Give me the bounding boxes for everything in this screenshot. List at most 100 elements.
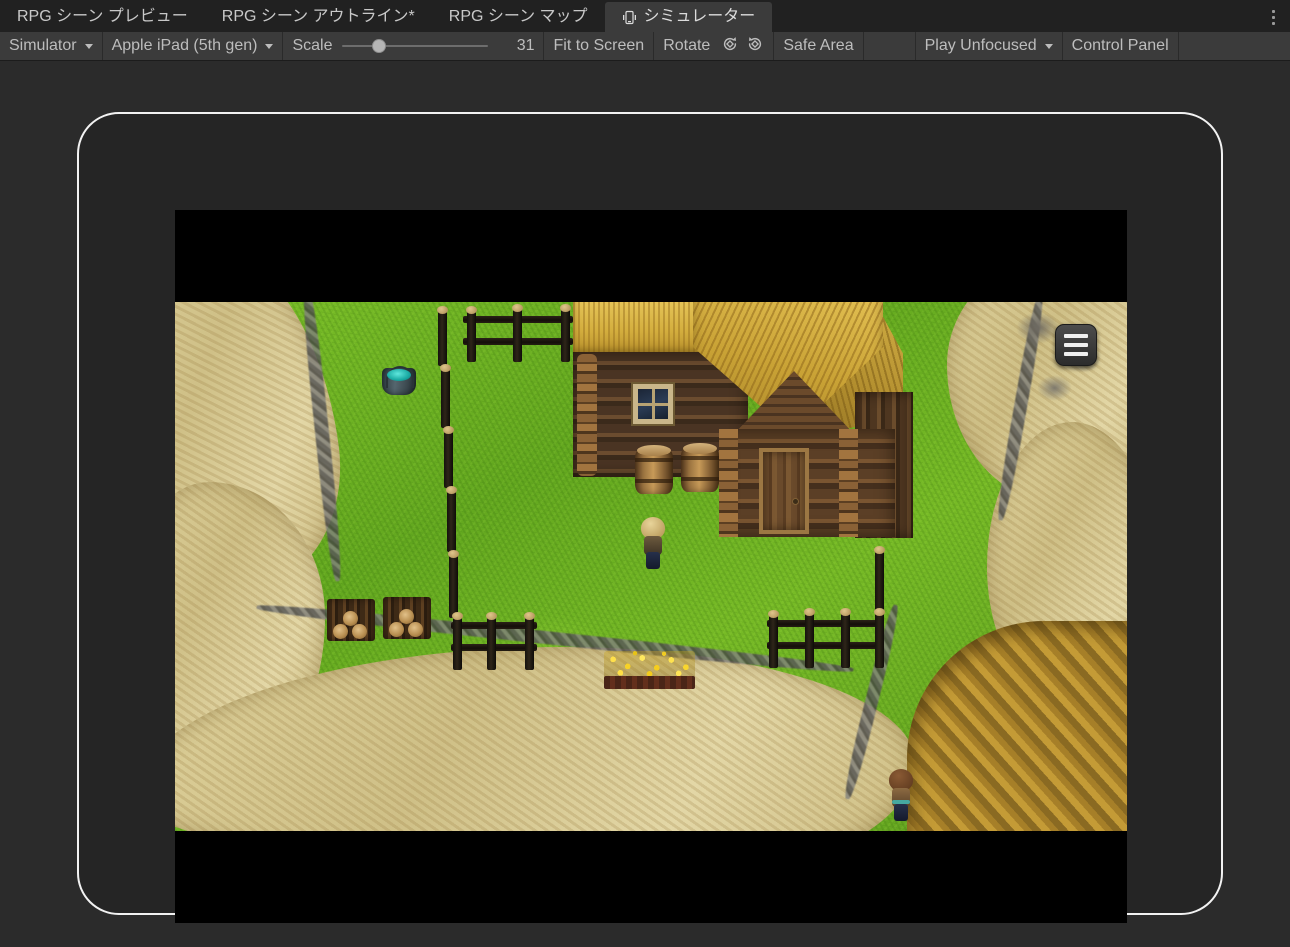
device-screen[interactable] bbox=[175, 210, 1127, 923]
log-corner bbox=[719, 429, 738, 537]
toolbar-empty-slot bbox=[864, 32, 916, 60]
fence-post-cap bbox=[524, 612, 535, 620]
tab-label: RPG シーン プレビュー bbox=[17, 9, 188, 25]
fence-post bbox=[487, 616, 496, 670]
kebab-dot bbox=[1272, 10, 1275, 13]
chevron-down-icon bbox=[1045, 44, 1053, 49]
barrel-top bbox=[637, 445, 671, 456]
fence-post bbox=[841, 612, 850, 668]
house-window bbox=[633, 384, 673, 424]
fence-post-cap bbox=[446, 486, 457, 494]
character-legs bbox=[894, 804, 908, 821]
log-end bbox=[333, 624, 348, 639]
fence-post bbox=[449, 554, 458, 618]
door-knob bbox=[792, 498, 799, 505]
fence-rail bbox=[767, 642, 877, 649]
fence-post-cap bbox=[437, 306, 448, 314]
hamburger-menu-icon[interactable] bbox=[1055, 324, 1097, 366]
fence-post-cap bbox=[874, 546, 885, 554]
player-character[interactable] bbox=[639, 517, 667, 569]
fence-post-cap bbox=[560, 304, 571, 312]
fence-post bbox=[438, 310, 447, 366]
scale-value: 31 bbox=[498, 38, 534, 54]
tab-label: RPG シーン マップ bbox=[449, 9, 588, 25]
fence-post-cap bbox=[768, 610, 779, 618]
fence-post bbox=[875, 612, 884, 668]
fence-rail bbox=[767, 620, 877, 627]
log-corner bbox=[839, 429, 858, 537]
house-door[interactable] bbox=[759, 448, 809, 534]
play-unfocused-label: Play Unfocused bbox=[925, 38, 1037, 54]
scale-label: Scale bbox=[292, 38, 332, 54]
scale-control-group: Scale 31 bbox=[283, 32, 544, 60]
kebab-dot bbox=[1272, 16, 1275, 19]
play-unfocused-dropdown[interactable]: Play Unfocused bbox=[916, 32, 1063, 60]
control-panel-label: Control Panel bbox=[1072, 38, 1169, 54]
simulator-dropdown[interactable]: Simulator bbox=[0, 32, 103, 60]
flower-bed bbox=[604, 651, 695, 689]
log-cabin-house[interactable] bbox=[573, 302, 933, 556]
fence-post bbox=[467, 310, 476, 362]
tab-label: RPG シーン アウトライン* bbox=[222, 9, 415, 25]
device-frame bbox=[77, 112, 1223, 915]
simulator-canvas[interactable] bbox=[0, 62, 1290, 947]
tab-simulator[interactable]: シミュレーター bbox=[605, 2, 773, 32]
scale-slider-track bbox=[342, 45, 488, 47]
tab-rpg-scene-preview[interactable]: RPG シーン プレビュー bbox=[0, 2, 205, 32]
device-dropdown[interactable]: Apple iPad (5th gen) bbox=[103, 32, 284, 60]
wood-pile bbox=[383, 597, 431, 639]
simulator-dropdown-label: Simulator bbox=[9, 38, 77, 54]
hamburger-bar bbox=[1064, 343, 1088, 347]
fence-post-cap bbox=[804, 608, 815, 616]
scale-slider-thumb[interactable] bbox=[372, 39, 386, 53]
log-end bbox=[408, 622, 423, 637]
tab-label: シミュレーター bbox=[644, 9, 756, 25]
scale-slider[interactable] bbox=[342, 38, 488, 54]
fence-post-cap bbox=[448, 550, 459, 558]
flower-bed-soil bbox=[604, 676, 695, 689]
device-dropdown-label: Apple iPad (5th gen) bbox=[112, 38, 258, 54]
safe-area-toggle[interactable]: Safe Area bbox=[774, 32, 863, 60]
kebab-dot bbox=[1272, 22, 1275, 25]
wood-pile bbox=[327, 599, 375, 641]
character-legs bbox=[646, 552, 660, 569]
fence-post-cap bbox=[840, 608, 851, 616]
chevron-down-icon bbox=[85, 44, 93, 49]
barrel bbox=[635, 448, 673, 494]
fence-post bbox=[561, 308, 570, 362]
npc-character[interactable] bbox=[887, 769, 915, 821]
log-end bbox=[352, 624, 367, 639]
fence-post-cap bbox=[874, 608, 885, 616]
toolbar-tail bbox=[1179, 32, 1290, 60]
rotate-counter-clockwise-icon[interactable] bbox=[721, 35, 739, 57]
fence-post-cap bbox=[440, 364, 451, 372]
fence-post bbox=[875, 550, 884, 612]
fence-post-cap bbox=[466, 306, 477, 314]
kebab-menu-icon[interactable] bbox=[1258, 2, 1288, 32]
fence-post-cap bbox=[512, 304, 523, 312]
game-scene[interactable] bbox=[175, 302, 1127, 831]
fit-to-screen-label: Fit to Screen bbox=[553, 38, 644, 54]
rotate-label: Rotate bbox=[663, 38, 710, 54]
log-corner bbox=[577, 354, 597, 476]
fence-post bbox=[769, 614, 778, 668]
fence-post bbox=[805, 612, 814, 668]
fence-post bbox=[453, 616, 462, 670]
letterbox-top bbox=[175, 210, 1127, 302]
tab-rpg-scene-outline[interactable]: RPG シーン アウトライン* bbox=[205, 2, 432, 32]
hamburger-bar bbox=[1064, 352, 1088, 356]
fence-post-cap bbox=[443, 426, 454, 434]
control-panel-button[interactable]: Control Panel bbox=[1063, 32, 1179, 60]
fit-to-screen-button[interactable]: Fit to Screen bbox=[544, 32, 654, 60]
rotate-clockwise-icon[interactable] bbox=[746, 35, 764, 57]
tab-rpg-scene-map[interactable]: RPG シーン マップ bbox=[432, 2, 605, 32]
bucket-water bbox=[387, 369, 411, 381]
fence-post bbox=[444, 430, 453, 488]
safe-area-label: Safe Area bbox=[783, 38, 853, 54]
fence-post bbox=[447, 490, 456, 552]
device-icon bbox=[622, 10, 637, 25]
barrel-top bbox=[683, 443, 717, 454]
barrel bbox=[681, 446, 719, 492]
fence-post bbox=[525, 616, 534, 670]
simulator-toolbar: Simulator Apple iPad (5th gen) Scale 31 … bbox=[0, 32, 1290, 61]
